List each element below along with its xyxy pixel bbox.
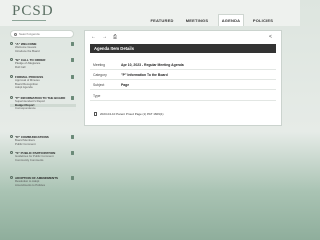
section-title[interactable]: "B" CALL TO ORDER	[10, 58, 76, 62]
section-title[interactable]: FORMAL PROCESS	[10, 75, 76, 79]
section-icon	[10, 75, 13, 79]
section-icon	[10, 176, 13, 180]
sidebar-section-communications: "R" COMMUNICATIONS Board Members Public …	[10, 135, 76, 146]
sidebar-item[interactable]: Roll Call	[10, 65, 76, 70]
check-icon	[70, 75, 74, 79]
site-header: PCSD Featured Meetings Agenda Policies	[0, 0, 300, 26]
section-title[interactable]: "S" PUBLIC PARTICIPATION	[10, 151, 76, 155]
section-icon	[10, 42, 13, 46]
sidebar-item[interactable]: Amendments to Policies	[10, 183, 76, 188]
agenda-item-panel: ← → ⎙ < Agenda Item Details Meeting Apr …	[84, 30, 282, 126]
row-value: Apr 10, 2023 - Regular Meeting Agenda	[121, 62, 184, 67]
panel-title: Agenda Item Details	[90, 44, 276, 53]
sidebar-item[interactable]: Community Comments	[10, 158, 76, 163]
row-value: "P" Information To the Board	[121, 72, 168, 77]
panel-toolbar: ← → ⎙ <	[85, 31, 281, 43]
sidebar-item[interactable]: Adopt Agenda	[10, 86, 76, 90]
sidebar-item[interactable]: Introduce the Board	[10, 49, 76, 54]
sidebar-item[interactable]: Public Comment	[10, 142, 76, 147]
section-icon	[10, 58, 13, 62]
search-box[interactable]	[10, 30, 74, 38]
section-icon	[10, 135, 13, 139]
check-icon	[70, 176, 74, 180]
agenda-sidebar: "A" WELCOME Welcome Guests Introduce the…	[10, 30, 76, 220]
attachment-name[interactable]: 2023-04-10 Parent Proud Page (1) PAT 160…	[100, 112, 164, 116]
section-icon	[10, 96, 13, 100]
section-title[interactable]: "R" COMMUNICATIONS	[10, 135, 76, 139]
row-label: Category	[93, 72, 107, 77]
document-icon	[94, 112, 97, 116]
search-icon	[14, 32, 17, 36]
row-label: Subject	[93, 82, 105, 87]
forward-arrow-icon[interactable]: →	[102, 34, 107, 40]
check-icon	[70, 96, 74, 100]
search-input[interactable]	[19, 32, 69, 36]
detail-row-category: Category "P" Information To the Board	[90, 71, 276, 80]
sidebar-section-public-participation: "S" PUBLIC PARTICIPATION Guidelines for …	[10, 151, 76, 162]
attachment-link[interactable]: 2023-04-10 Parent Proud Page (1) PAT 160…	[90, 108, 276, 120]
detail-row-type: Type	[90, 92, 276, 101]
detail-row-subject: Subject Page	[90, 81, 276, 90]
row-label: Meeting	[93, 62, 106, 67]
share-icon[interactable]: <	[269, 34, 272, 40]
section-title[interactable]: ADOPTION OF AMENDMENTS	[10, 176, 76, 180]
section-icon	[10, 151, 13, 155]
detail-row-meeting: Meeting Apr 10, 2023 - Regular Meeting A…	[90, 61, 276, 70]
check-icon	[70, 42, 74, 46]
sidebar-section-information: "P" INFORMATION TO THE BOARD Superintend…	[10, 96, 76, 111]
logo-underline	[12, 20, 46, 21]
tab-meetings[interactable]: Meetings	[182, 14, 212, 26]
tab-policies[interactable]: Policies	[250, 14, 276, 26]
print-icon[interactable]: ⎙	[113, 34, 117, 40]
sidebar-section-formal-process: FORMAL PROCESS Approval of Minutes Board…	[10, 75, 76, 90]
sidebar-section-adoption: ADOPTION OF AMENDMENTS Resolution to Ado…	[10, 176, 76, 187]
row-label: Type	[93, 93, 101, 98]
section-title[interactable]: "A" WELCOME	[10, 42, 76, 46]
sidebar-section-welcome: "A" WELCOME Welcome Guests Introduce the…	[10, 42, 76, 53]
check-icon	[70, 135, 74, 139]
tab-featured[interactable]: Featured	[148, 14, 176, 26]
check-icon	[70, 151, 74, 155]
sidebar-section-call-to-order: "B" CALL TO ORDER Pledge of Allegiance R…	[10, 58, 76, 69]
row-value: Page	[121, 82, 130, 87]
logo[interactable]: PCSD	[12, 4, 54, 19]
back-arrow-icon[interactable]: ←	[91, 34, 96, 40]
tab-agenda[interactable]: Agenda	[218, 14, 244, 26]
section-title[interactable]: "P" INFORMATION TO THE BOARD	[10, 96, 76, 100]
sidebar-item[interactable]: Correspondence	[10, 107, 76, 111]
check-icon	[70, 58, 74, 62]
